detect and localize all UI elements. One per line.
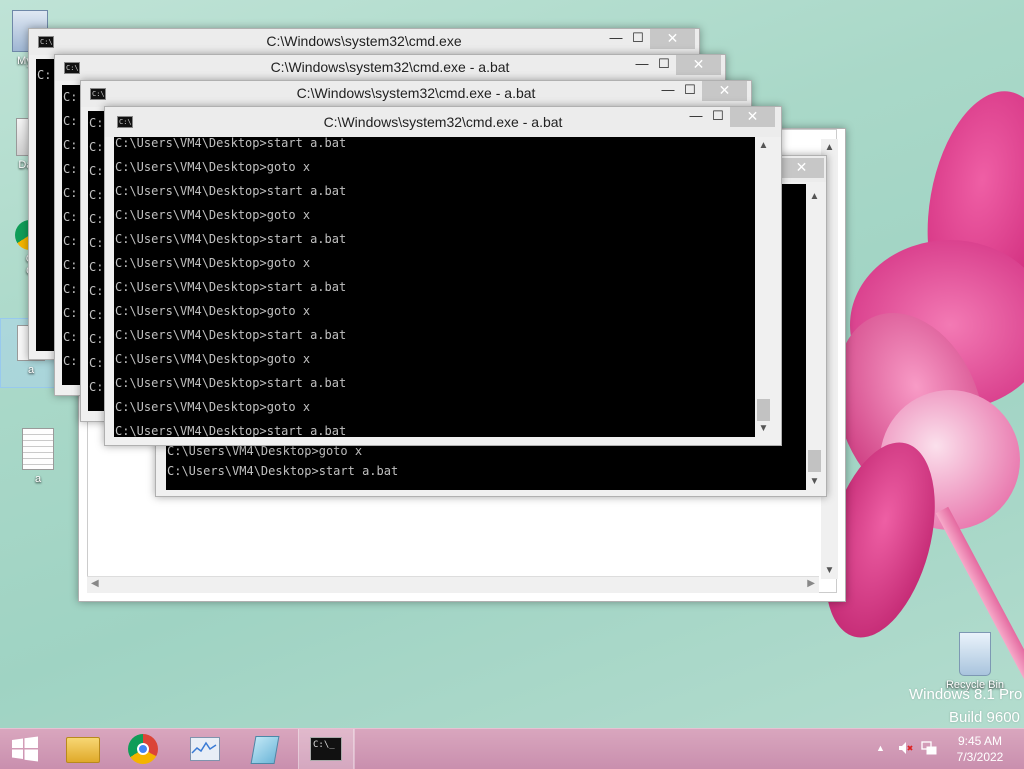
scroll-thumb[interactable] — [757, 399, 770, 421]
maximize-button[interactable]: ☐ — [625, 29, 651, 49]
maximize-button[interactable]: ☐ — [705, 107, 731, 127]
taskbar-notepad[interactable] — [237, 729, 293, 769]
console-line: C:\Users\VM4\Desktop>start a.bat — [167, 464, 399, 478]
window-title: C:\Windows\system32\cmd.exe - a.bat — [323, 114, 563, 130]
window-title: C:\Windows\system32\cmd.exe — [266, 33, 462, 49]
console-line: C:\Users\VM4\Desktop>start a.bat — [115, 424, 347, 437]
console-line: C:\Users\VM4\Desktop>start a.bat — [115, 376, 347, 390]
console-line: C:\Users\VM4\Desktop>start a.bat — [115, 328, 347, 342]
recycle-bin-icon — [959, 632, 991, 676]
wallpaper-flower — [805, 60, 1024, 730]
console-line: C:\Users\VM4\Desktop>start a.bat — [115, 184, 347, 198]
taskbar-chrome[interactable] — [115, 729, 171, 769]
desktop-icon-label: a — [27, 364, 35, 376]
show-hidden-icons-icon[interactable]: ▲ — [876, 743, 885, 753]
clock-time[interactable]: 9:45 AM — [950, 734, 1010, 748]
start-button[interactable] — [0, 729, 50, 769]
desktop-icon-a[interactable]: a — [8, 428, 68, 485]
taskbar-performance-monitor[interactable] — [176, 729, 232, 769]
taskbar-command-prompt[interactable]: C:\_ — [298, 729, 354, 769]
window-title: C:\Windows\system32\cmd.exe - a.bat — [296, 85, 536, 101]
horizontal-scrollbar[interactable]: ◀ ▶ — [87, 576, 819, 593]
scroll-down-arrow-icon[interactable]: ▼ — [806, 473, 823, 490]
chrome-icon — [128, 734, 158, 764]
title-bar[interactable]: C:\ C:\Windows\system32\cmd.exe - a.bat … — [55, 55, 725, 81]
notepad-icon — [250, 736, 280, 764]
title-bar[interactable]: C:\ C:\Windows\system32\cmd.exe — ☐ ✕ — [29, 29, 699, 55]
console-output: C:\Users\VM4\Desktop>start a.bat C:\User… — [114, 137, 755, 437]
scroll-up-arrow-icon[interactable]: ▲ — [755, 137, 772, 154]
clock-date[interactable]: 7/3/2022 — [950, 750, 1010, 764]
taskbar: C:\_ ▲ 9:45 AM 7/3/2022 — [0, 728, 1024, 769]
vertical-scrollbar[interactable]: ▲ ▼ — [806, 188, 823, 490]
close-button[interactable]: ✕ — [676, 55, 721, 75]
scroll-up-arrow-icon[interactable]: ▲ — [821, 139, 838, 156]
console-line: C:\Users\VM4\Desktop>goto x — [115, 160, 311, 174]
network-icon[interactable] — [921, 740, 937, 756]
console-line: C:\Users\VM4\Desktop>goto x — [115, 256, 311, 270]
scroll-right-arrow-icon[interactable]: ▶ — [807, 578, 815, 589]
console-line: C:\Users\VM4\Desktop>goto x — [115, 400, 311, 414]
close-button[interactable]: ✕ — [702, 81, 747, 101]
close-button[interactable]: ✕ — [650, 29, 695, 49]
scroll-down-arrow-icon[interactable]: ▼ — [821, 562, 838, 579]
desktop-icon-recycle-bin[interactable]: Recycle Bin — [942, 632, 1008, 691]
performance-monitor-icon — [190, 737, 220, 761]
console-line: C:\Users\VM4\Desktop>goto x — [115, 352, 311, 366]
scroll-thumb[interactable] — [808, 450, 821, 472]
windows-start-icon — [12, 736, 38, 762]
console-line: C:\Users\VM4\Desktop>start a.bat — [115, 280, 347, 294]
maximize-button[interactable]: ☐ — [677, 81, 703, 101]
volume-muted-icon[interactable] — [898, 740, 914, 756]
cmd-window-4-front[interactable]: C:\ C:\Windows\system32\cmd.exe - a.bat … — [104, 106, 782, 446]
close-button[interactable]: ✕ — [730, 107, 775, 127]
title-bar[interactable]: C:\ C:\Windows\system32\cmd.exe - a.bat … — [105, 107, 781, 137]
file-explorer-icon — [66, 737, 100, 763]
watermark-edition: Windows 8.1 Pro — [909, 686, 1023, 703]
console-line: C:\Users\VM4\Desktop>goto x — [115, 208, 311, 222]
taskbar-divider — [354, 729, 355, 769]
watermark-build: Build 9600 — [949, 709, 1020, 726]
taskbar-file-explorer[interactable] — [54, 729, 110, 769]
scroll-left-arrow-icon[interactable]: ◀ — [91, 578, 99, 589]
close-button[interactable]: ✕ — [779, 158, 824, 178]
vertical-scrollbar[interactable]: ▲ ▼ — [755, 137, 772, 437]
desktop-icon-label: a — [34, 473, 42, 485]
window-title: C:\Windows\system32\cmd.exe - a.bat — [270, 59, 510, 75]
maximize-button[interactable]: ☐ — [651, 55, 677, 75]
console-line: C:\Users\VM4\Desktop>start a.bat — [115, 137, 347, 150]
scroll-up-arrow-icon[interactable]: ▲ — [806, 188, 823, 205]
scroll-down-arrow-icon[interactable]: ▼ — [755, 420, 772, 437]
text-file-icon — [22, 428, 54, 470]
command-prompt-icon: C:\_ — [310, 737, 342, 761]
console-line: C:\Users\VM4\Desktop>goto x — [115, 304, 311, 318]
title-bar[interactable]: C:\ C:\Windows\system32\cmd.exe - a.bat … — [81, 81, 751, 107]
console-line: C:\Users\VM4\Desktop>start a.bat — [115, 232, 347, 246]
